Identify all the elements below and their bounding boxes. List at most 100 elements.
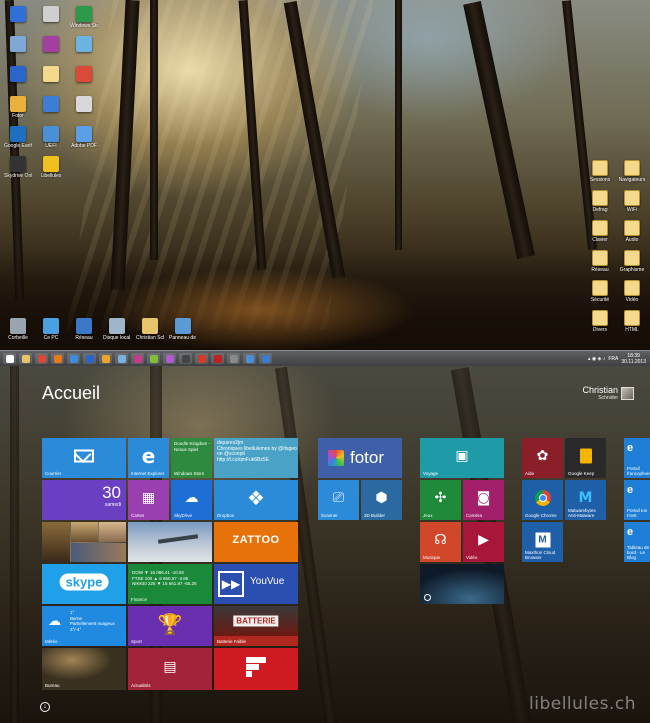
desktop-icon-label: Navigateurs <box>618 177 646 183</box>
tile-maxthon[interactable]: M Maxthon Cloud Browser <box>522 522 563 562</box>
desktop-shortcut[interactable]: Libellules <box>37 156 65 179</box>
tile-partial-ie-1[interactable]: e Portail francophone <box>624 438 650 478</box>
desktop-system-icon[interactable]: Corbeille <box>4 318 32 341</box>
tile-calendar[interactable]: 30 samedi <box>42 480 126 520</box>
taskbar-button[interactable] <box>67 353 80 364</box>
taskbar-button[interactable] <box>227 353 240 364</box>
taskbar-button[interactable] <box>163 353 176 364</box>
desktop-folder[interactable]: Defrag <box>586 190 614 213</box>
zattoo-logo: ZATTOO <box>232 534 280 547</box>
tile-travel[interactable]: ▣ Voyage <box>420 438 504 478</box>
tile-google-chrome[interactable]: Google Chrome <box>522 480 563 520</box>
desktop-shortcut[interactable]: Adobe PDF <box>70 126 98 149</box>
desktop-shortcut[interactable]: Skydrive Online <box>4 156 32 179</box>
tile-video[interactable]: ▶ Vidéo <box>463 522 504 562</box>
tile-internet-explorer[interactable]: e Internet Explorer <box>128 438 169 478</box>
desktop-system-icon[interactable]: Réseau <box>70 318 98 341</box>
desktop-folder[interactable]: Clavier <box>586 220 614 243</box>
tile-battery[interactable]: BATTERIE Batterie Faible <box>214 606 298 646</box>
tile-games[interactable]: ✣ Jeux <box>420 480 461 520</box>
tile-flipboard[interactable] <box>214 648 298 690</box>
taskbar-button[interactable] <box>243 353 256 364</box>
tile-help[interactable]: ✿ Aide <box>522 438 563 478</box>
tile-twitter[interactable]: depares2jm Chroniques libellulemes by @I… <box>214 438 298 478</box>
all-apps-arrow-icon[interactable]: ↓ <box>40 702 50 712</box>
desktop-system-icon[interactable]: Panneau de configuration <box>169 318 197 341</box>
tile-google-keep[interactable]: Google Keep <box>565 438 606 478</box>
malwarebytes-icon: M <box>578 490 593 507</box>
tile-photos[interactable] <box>42 522 126 562</box>
language-indicator[interactable]: FRA <box>608 356 618 362</box>
taskbar-button[interactable] <box>99 353 112 364</box>
tile-3d-builder[interactable]: ⬢ 3D Builder <box>361 480 402 520</box>
tile-planet-image[interactable] <box>420 564 504 604</box>
desktop-shortcut[interactable] <box>70 96 98 113</box>
taskbar-button[interactable] <box>115 353 128 364</box>
tile-partial-ie-3[interactable]: e Tableau de bord - Le Blog <box>624 522 650 562</box>
tile-maps[interactable]: ▦ Cartes <box>128 480 169 520</box>
desktop-folder[interactable]: Réseau <box>586 250 614 273</box>
taskbar-button[interactable] <box>51 353 64 364</box>
tile-photo-airplane[interactable] <box>128 522 212 562</box>
taskbar-button[interactable] <box>211 353 224 364</box>
desktop-folder[interactable]: HTML <box>618 310 646 333</box>
desktop-shortcut[interactable] <box>37 36 65 53</box>
tile-dropbox[interactable]: ❖ Dropbox <box>214 480 298 520</box>
desktop-folder[interactable]: Navigateurs <box>618 160 646 183</box>
desktop-shortcut[interactable] <box>37 6 65 23</box>
tile-zattoo[interactable]: ZATTOO <box>214 522 298 562</box>
clock[interactable]: 18:39 30.11.2013 <box>621 353 646 365</box>
desktop-shortcut[interactable] <box>37 66 65 83</box>
tile-sport[interactable]: 🏆 Sport <box>128 606 212 646</box>
desktop-folder[interactable]: Divers <box>586 310 614 333</box>
tile-camera[interactable]: ◙ Caméra <box>463 480 504 520</box>
tile-news[interactable]: ▤ Actualités <box>128 648 212 690</box>
desktop-system-icon[interactable]: Ce PC <box>37 318 65 341</box>
desktop-folder[interactable]: Sessions <box>586 160 614 183</box>
user-account[interactable]: Christian Schnider <box>582 385 618 401</box>
desktop-shortcut[interactable]: Fotor <box>4 96 32 119</box>
tile-partial-ie-2[interactable]: e Portail ton n'est <box>624 480 650 520</box>
taskbar-button[interactable] <box>131 353 144 364</box>
tile-fotor[interactable]: fotor <box>318 438 402 478</box>
desktop-shortcut[interactable]: Google Earth <box>4 126 32 149</box>
tile-desktop[interactable]: Bureau <box>42 648 126 690</box>
tile-malwarebytes[interactable]: M Malwarebytes Anti-Malware <box>565 480 606 520</box>
desktop-folder[interactable]: Audio <box>618 220 646 243</box>
tile-skydrive[interactable]: ☁ SkyDrive <box>171 480 212 520</box>
desktop-shortcut[interactable] <box>4 6 32 23</box>
desktop-system-icon[interactable]: Christian Schnider <box>136 318 164 341</box>
tile-music[interactable]: ☊ Musique <box>420 522 461 562</box>
desktop-shortcut[interactable] <box>4 36 32 53</box>
desktop-shortcut[interactable] <box>70 66 98 83</box>
desktop-system-icon[interactable]: Disque local (C) <box>103 318 131 341</box>
taskbar-button[interactable] <box>179 353 192 364</box>
terminal-icon <box>181 354 190 363</box>
desktop-folder[interactable]: Vidéo <box>618 280 646 303</box>
desktop-folder[interactable]: Sécurité <box>586 280 614 303</box>
desktop-shortcut[interactable]: Windows Store <box>70 6 98 29</box>
desktop-folder[interactable]: Graphisme <box>618 250 646 273</box>
taskbar-button[interactable] <box>35 353 48 364</box>
taskbar-button[interactable] <box>3 353 16 364</box>
avatar[interactable] <box>621 387 634 400</box>
taskbar-button[interactable] <box>195 353 208 364</box>
tile-weather[interactable]: 1° Berne Partiellement nuageux 3°/-4° ☁ … <box>42 606 126 646</box>
tile-windows-store[interactable]: Doodle Kingdom - Nexus Spiel Windows Sto… <box>171 438 212 478</box>
taskbar-button[interactable] <box>259 353 272 364</box>
tile-skype[interactable]: skype <box>42 564 126 604</box>
tile-scanner[interactable]: ⎚ Scanner <box>318 480 359 520</box>
taskbar-button[interactable] <box>83 353 96 364</box>
tile-youvue[interactable]: ▶▶ YouVue <box>214 564 298 604</box>
desktop-shortcut[interactable]: UEFI <box>37 126 65 149</box>
tray-icons[interactable]: ▴ ◉ ◈ ♪ <box>588 356 605 362</box>
taskbar-button[interactable] <box>19 353 32 364</box>
tile-mail[interactable]: Courrier <box>42 438 126 478</box>
desktop-shortcut[interactable] <box>4 66 32 83</box>
taskbar-button[interactable] <box>147 353 160 364</box>
desktop-folder[interactable]: WiFi <box>618 190 646 213</box>
play-icon: ▶▶ <box>218 571 244 597</box>
tile-finance[interactable]: DOW ▼ 16 086.41 -10.92 FTSE 100 ▲ 6 650.… <box>128 564 212 604</box>
desktop-shortcut[interactable] <box>37 96 65 113</box>
desktop-shortcut[interactable] <box>70 36 98 53</box>
